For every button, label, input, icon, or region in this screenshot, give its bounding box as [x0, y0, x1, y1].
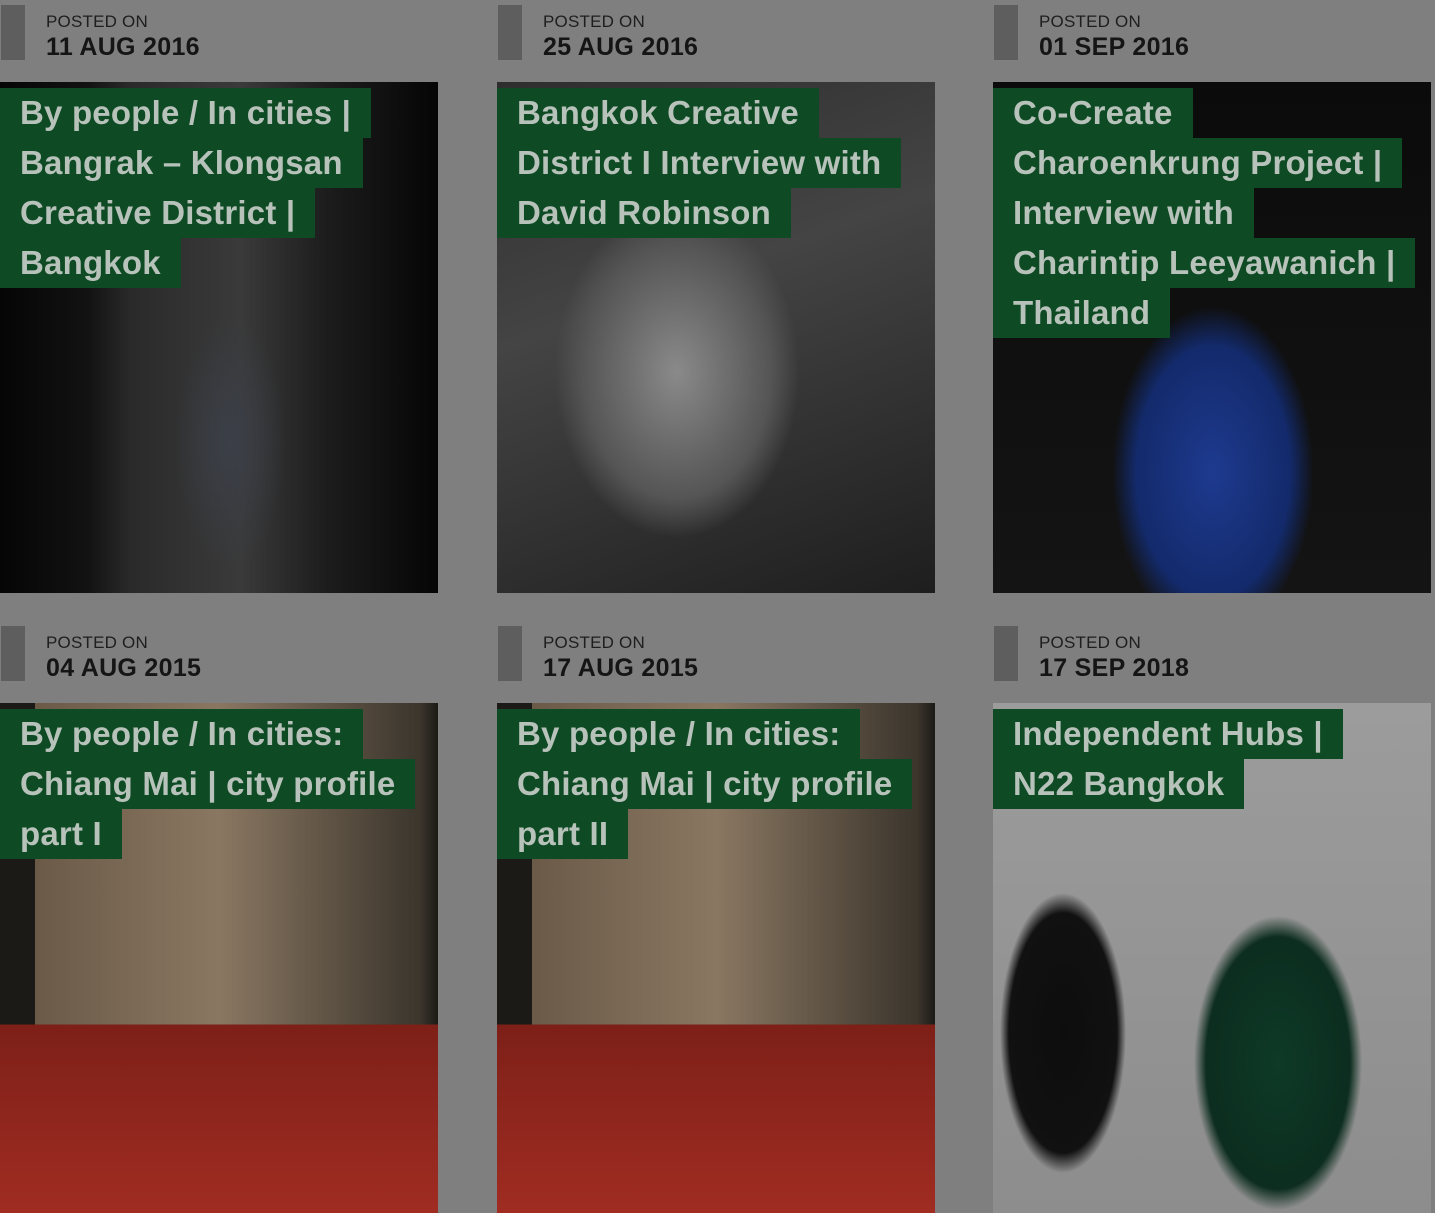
- post-thumbnail[interactable]: By people / In cities | Bangrak – Klongs…: [0, 82, 438, 593]
- post-meta: POSTED ON 17 SEP 2018: [993, 621, 1431, 691]
- post-date: 04 AUG 2015: [46, 654, 202, 682]
- post-meta: POSTED ON 01 SEP 2016: [993, 0, 1431, 70]
- title-line[interactable]: District I Interview with: [497, 138, 902, 188]
- posted-on-label: POSTED ON: [543, 633, 645, 652]
- posted-on-label: POSTED ON: [46, 12, 148, 31]
- title-line[interactable]: Chiang Mai | city profile: [0, 759, 416, 809]
- post-title[interactable]: Independent Hubs | N22 Bangkok: [993, 709, 1423, 809]
- title-line[interactable]: Independent Hubs |: [993, 709, 1343, 759]
- post-meta: POSTED ON 04 AUG 2015: [0, 621, 438, 691]
- post-title[interactable]: Bangkok Creative District I Interview wi…: [497, 88, 927, 238]
- title-line[interactable]: N22 Bangkok: [993, 759, 1245, 809]
- posted-on-label: POSTED ON: [543, 12, 645, 31]
- post-date: 17 AUG 2015: [543, 654, 699, 682]
- post-date: 25 AUG 2016: [543, 33, 699, 61]
- title-line[interactable]: Interview with: [993, 188, 1255, 238]
- posted-on-label: POSTED ON: [1039, 633, 1141, 652]
- meta-accent-bar: [1, 626, 25, 681]
- meta-accent-bar: [1, 5, 25, 60]
- title-line[interactable]: part I: [0, 809, 122, 859]
- title-line[interactable]: part II: [497, 809, 629, 859]
- post-thumbnail[interactable]: Bangkok Creative District I Interview wi…: [497, 82, 935, 593]
- title-line[interactable]: Co-Create: [993, 88, 1193, 138]
- title-line[interactable]: Thailand: [993, 288, 1171, 338]
- title-line[interactable]: By people / In cities:: [497, 709, 861, 759]
- title-line[interactable]: By people / In cities:: [0, 709, 364, 759]
- posted-on-label: POSTED ON: [1039, 12, 1141, 31]
- post-thumbnail[interactable]: Independent Hubs | N22 Bangkok: [993, 703, 1431, 1213]
- title-line[interactable]: Creative District |: [0, 188, 316, 238]
- post-title[interactable]: By people / In cities: Chiang Mai | city…: [0, 709, 430, 859]
- title-line[interactable]: Bangkok: [0, 238, 181, 288]
- meta-accent-bar: [994, 626, 1018, 681]
- post-meta: POSTED ON 11 AUG 2016: [0, 0, 438, 70]
- title-line[interactable]: Charoenkrung Project |: [993, 138, 1403, 188]
- post-date: 01 SEP 2016: [1039, 33, 1190, 61]
- title-line[interactable]: Chiang Mai | city profile: [497, 759, 913, 809]
- post-thumbnail[interactable]: Co-Create Charoenkrung Project | Intervi…: [993, 82, 1431, 593]
- title-line[interactable]: By people / In cities |: [0, 88, 372, 138]
- post-title[interactable]: By people / In cities | Bangrak – Klongs…: [0, 88, 430, 288]
- title-line[interactable]: Bangrak – Klongsan: [0, 138, 363, 188]
- posted-on-label: POSTED ON: [46, 633, 148, 652]
- post-date: 11 AUG 2016: [46, 33, 200, 61]
- title-line[interactable]: Charintip Leeyawanich |: [993, 238, 1416, 288]
- title-line[interactable]: David Robinson: [497, 188, 791, 238]
- post-thumbnail[interactable]: By people / In cities: Chiang Mai | city…: [0, 703, 438, 1213]
- post-title[interactable]: By people / In cities: Chiang Mai | city…: [497, 709, 927, 859]
- meta-accent-bar: [498, 626, 522, 681]
- meta-accent-bar: [498, 5, 522, 60]
- post-grid: POSTED ON 11 AUG 2016 By people / In cit…: [0, 0, 1435, 1213]
- title-line[interactable]: Bangkok Creative: [497, 88, 819, 138]
- post-meta: POSTED ON 17 AUG 2015: [497, 621, 935, 691]
- meta-accent-bar: [994, 5, 1018, 60]
- post-date: 17 SEP 2018: [1039, 654, 1190, 682]
- post-meta: POSTED ON 25 AUG 2016: [497, 0, 935, 70]
- post-thumbnail[interactable]: By people / In cities: Chiang Mai | city…: [497, 703, 935, 1213]
- post-title[interactable]: Co-Create Charoenkrung Project | Intervi…: [993, 88, 1423, 338]
